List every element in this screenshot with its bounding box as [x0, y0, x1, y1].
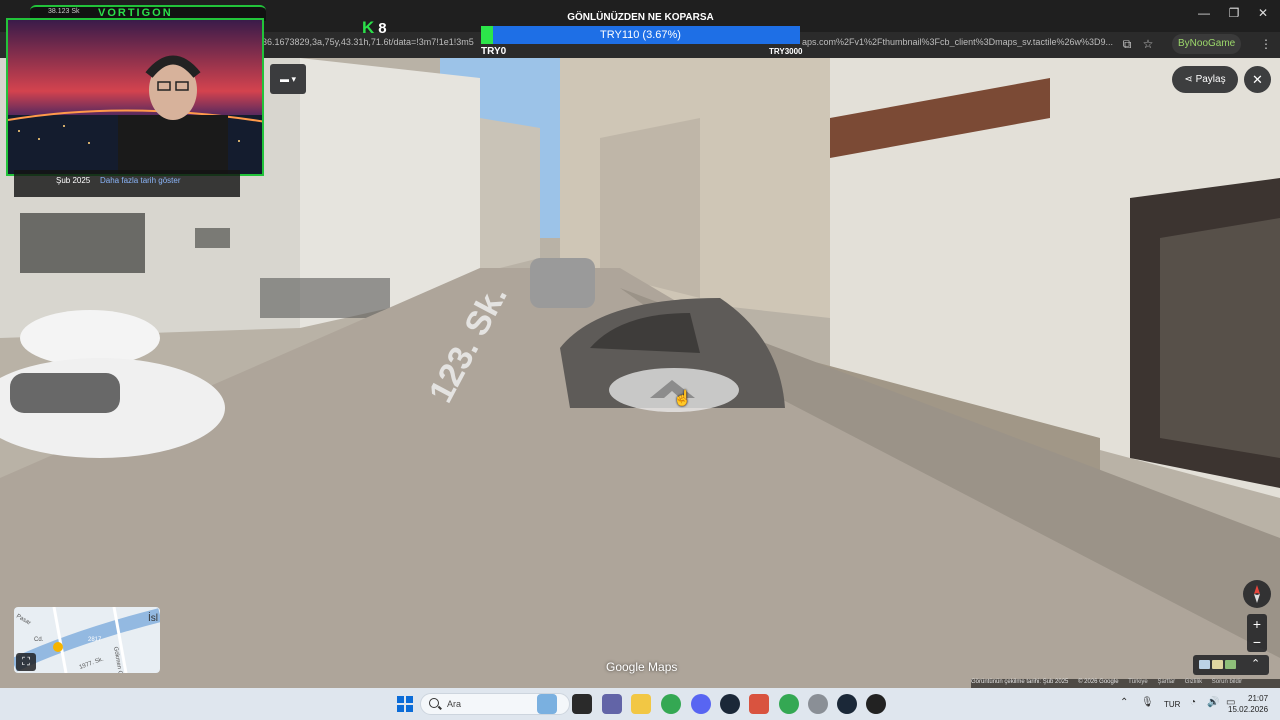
search-placeholder: Ara — [447, 699, 462, 709]
volume-icon[interactable]: 🔊 — [1207, 697, 1219, 708]
chrome-profile-icon[interactable] — [779, 694, 799, 714]
maximize-icon[interactable]: ❐ — [1224, 6, 1244, 20]
minimap-label-2: Cd. — [34, 637, 44, 643]
zoom-out-button[interactable]: − — [1247, 634, 1267, 652]
profile-chip[interactable]: ByNooGame — [1172, 34, 1242, 54]
more-dates-link[interactable]: Daha fazla tarih göster — [100, 176, 181, 185]
donation-progress-text: TRY110 (3.67%) — [600, 29, 681, 41]
steam-icon[interactable] — [720, 694, 740, 714]
minimize-icon[interactable]: — — [1194, 6, 1214, 20]
donation-max-label: TRY3000 — [769, 47, 803, 56]
wifi-icon[interactable]: ◔ — [1190, 697, 1196, 708]
window-close-icon[interactable]: ✕ — [1253, 6, 1273, 20]
kick-logo-icon: K — [362, 18, 375, 37]
donation-min-label: TRY0 — [481, 46, 507, 57]
footer-copyright: © 2026 Google — [1078, 679, 1119, 685]
donation-title: GÖNLÜNÜZDEN NE KOPARSA — [567, 12, 714, 23]
chevron-up-icon: ⌃ — [1251, 658, 1261, 670]
google-maps-brand: Google Maps — [606, 660, 678, 674]
minimap-label-1: Pasar — [15, 614, 32, 627]
browser-menu-icon[interactable]: ⋮ — [1256, 34, 1276, 54]
windows-start-icon[interactable] — [397, 696, 413, 712]
kick-viewer-count: K8 — [362, 18, 387, 38]
zoom-in-button[interactable]: + — [1247, 614, 1267, 634]
media-app-icon[interactable] — [749, 694, 769, 714]
channel-left-text: 38.123 Sk — [48, 8, 80, 15]
compass-icon[interactable] — [1243, 580, 1271, 608]
footer-report[interactable]: Sorun bildir — [1212, 679, 1242, 685]
task-view-icon[interactable] — [572, 694, 592, 714]
fullscreen-icon[interactable]: ⛶ — [16, 653, 36, 671]
webcam-overlay — [6, 18, 264, 176]
minimap-label-4: 1977. Sk. — [79, 656, 105, 670]
clock-date[interactable]: 15.02.2026 — [1228, 705, 1268, 714]
teams-icon[interactable] — [602, 694, 622, 714]
chrome-icon[interactable] — [661, 694, 681, 714]
language-indicator[interactable]: TUR — [1164, 700, 1180, 709]
close-icon: ✕ — [1252, 72, 1263, 87]
minimap-label-0: İsl — [148, 611, 158, 624]
steam-alt-icon[interactable] — [837, 694, 857, 714]
layers-icon[interactable]: ⌃ — [1193, 655, 1269, 675]
microphone-icon[interactable]: 🎙 — [1141, 697, 1154, 708]
footer-terms[interactable]: Şartlar — [1157, 679, 1175, 685]
maps-footer: Görüntünün çekilme tarihi: Şub 2025 © 20… — [971, 679, 1280, 688]
bookmark-star-icon[interactable]: ☆ — [1138, 34, 1158, 54]
obs-icon[interactable] — [866, 694, 886, 714]
capture-date: Şub 2025 — [56, 176, 91, 185]
kick-count-value: 8 — [378, 20, 387, 37]
footer-capture-label: Görüntünün çekilme tarihi: Şub 2025 — [971, 679, 1069, 685]
close-streetview-button[interactable]: ✕ — [1244, 66, 1271, 93]
install-app-icon[interactable]: ⧉ — [1117, 34, 1137, 54]
file-explorer-icon[interactable] — [631, 694, 651, 714]
minimap-label-3: 2817 — [88, 637, 102, 643]
url-text-left[interactable]: 36.1673829,3a,75y,43.31h,71.6t/data=!3m7… — [262, 37, 474, 47]
footer-country[interactable]: Türkiye — [1128, 679, 1148, 685]
url-text-right[interactable]: aps.com%2Fv1%2Fthumbnail%3Fcb_client%3Dm… — [802, 37, 1114, 47]
webcam-image — [8, 20, 262, 174]
weather-app-icon[interactable] — [537, 694, 557, 714]
clock-time[interactable]: 21:07 — [1248, 694, 1268, 703]
share-label: Paylaş — [1195, 74, 1226, 85]
discord-icon[interactable] — [691, 694, 711, 714]
hand-cursor-icon: ☝ — [673, 390, 692, 407]
search-icon — [429, 698, 439, 708]
footer-privacy[interactable]: Gizlilik — [1185, 679, 1202, 685]
panel-toggle-button[interactable]: ▬ ▾ — [270, 64, 306, 94]
share-icon: ⋖ — [1184, 74, 1196, 85]
share-button[interactable]: ⋖ Paylaş — [1172, 66, 1238, 93]
settings-icon[interactable] — [808, 694, 828, 714]
tray-overflow-icon[interactable]: ⌃ — [1120, 697, 1128, 708]
donation-progress-bar: TRY110 (3.67%) — [481, 26, 800, 44]
